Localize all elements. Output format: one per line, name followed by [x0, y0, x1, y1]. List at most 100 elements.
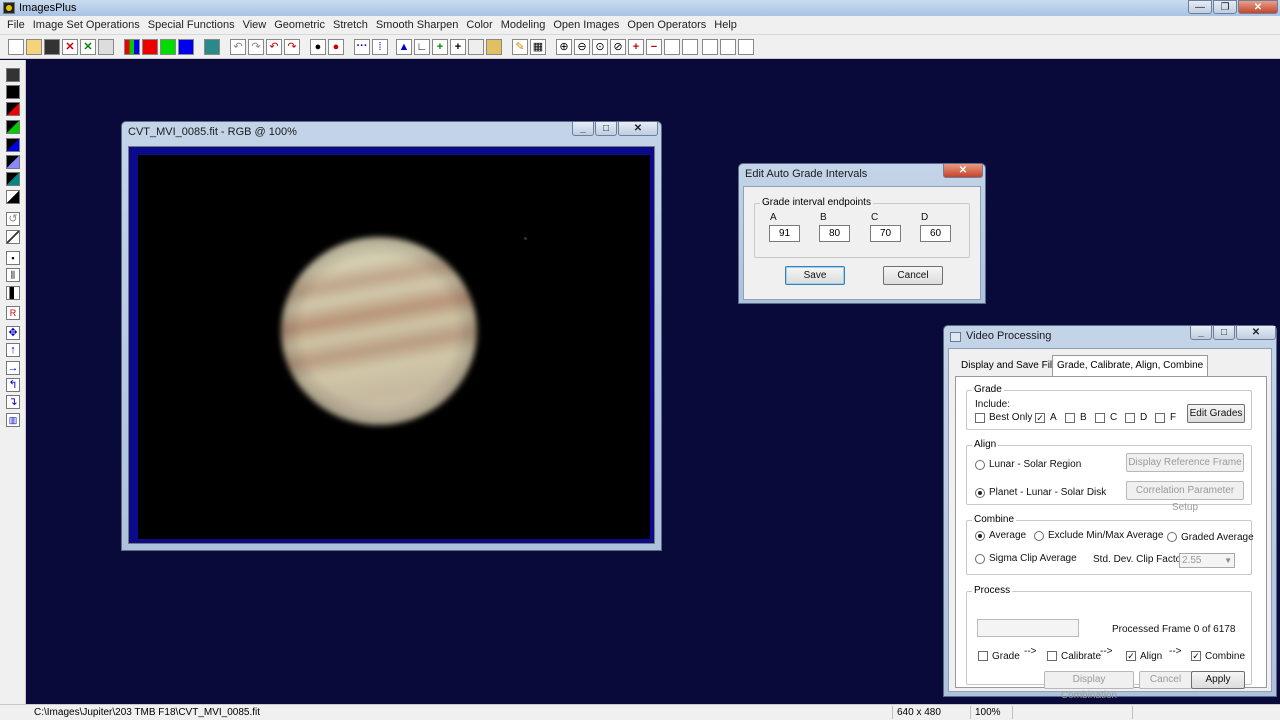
luminance-icon[interactable] [204, 39, 220, 55]
diagonal-icon[interactable] [6, 230, 20, 244]
grade-dialog-close-button[interactable]: ✕ [943, 164, 983, 178]
save-layer-icon[interactable] [6, 68, 20, 82]
std-dev-clip-select[interactable]: 2.55 ▼ [1179, 553, 1235, 568]
window-4-icon[interactable] [720, 39, 736, 55]
grade-save-button[interactable]: Save [785, 266, 845, 285]
video-minimize-button[interactable]: _ [1190, 326, 1212, 340]
crosshair-icon[interactable]: + [450, 39, 466, 55]
rotate-icon[interactable]: ↺ [6, 212, 20, 226]
close-image-icon[interactable]: ✕ [62, 39, 78, 55]
menu-view[interactable]: View [239, 19, 271, 31]
tab-display-save-files[interactable]: Display and Save Files [957, 357, 1067, 375]
zoom-out-icon[interactable]: ⊖ [574, 39, 590, 55]
grade-d-checkbox[interactable] [1125, 413, 1135, 423]
points-icon[interactable]: ⁞ [372, 39, 388, 55]
star-icon[interactable] [486, 39, 502, 55]
window-1-icon[interactable] [664, 39, 680, 55]
enlarge-icon[interactable]: + [628, 39, 644, 55]
minimize-button[interactable]: — [1188, 0, 1212, 14]
reduce-icon[interactable]: − [646, 39, 662, 55]
menu-modeling[interactable]: Modeling [497, 19, 550, 31]
lunar-solar-region-radio[interactable] [975, 460, 985, 470]
black-icon[interactable] [6, 85, 20, 99]
record-red-icon[interactable]: ● [328, 39, 344, 55]
menu-special-functions[interactable]: Special Functions [144, 19, 239, 31]
dots-icon[interactable]: ··· [354, 39, 370, 55]
table-icon[interactable]: ▦ [530, 39, 546, 55]
histogram-icon[interactable]: ▲ [396, 39, 412, 55]
menu-geometric[interactable]: Geometric [270, 19, 329, 31]
grade-f-checkbox[interactable] [1155, 413, 1165, 423]
sigma-clip-radio[interactable] [975, 554, 985, 564]
region-icon[interactable]: R [6, 306, 20, 320]
crosshair-green-icon[interactable]: + [432, 39, 448, 55]
maximize-button[interactable]: ❐ [1213, 0, 1237, 14]
undo-icon[interactable]: ↶ [266, 39, 282, 55]
image-minimize-button[interactable]: _ [572, 122, 594, 136]
red-channel-icon[interactable] [142, 39, 158, 55]
arrow-right-icon[interactable]: → [6, 361, 20, 375]
redo-gray-icon[interactable]: ↷ [248, 39, 264, 55]
menu-image-set-operations[interactable]: Image Set Operations [29, 19, 144, 31]
blue-black-icon[interactable] [6, 138, 20, 152]
align-step-checkbox[interactable]: ✓ [1126, 651, 1136, 661]
grade-a-input[interactable]: 91 [769, 225, 800, 242]
window-3-icon[interactable] [702, 39, 718, 55]
undo-gray-icon[interactable]: ↶ [230, 39, 246, 55]
arrow-up-icon[interactable]: ↑ [6, 343, 20, 357]
best-only-checkbox[interactable] [975, 413, 985, 423]
grade-b-input[interactable]: 80 [819, 225, 850, 242]
grade-b-checkbox[interactable] [1065, 413, 1075, 423]
exclude-minmax-radio[interactable] [1034, 531, 1044, 541]
tab-grade-calibrate[interactable]: Grade, Calibrate, Align, Combine [1052, 355, 1209, 377]
calibrate-step-checkbox[interactable] [1047, 651, 1057, 661]
grid-icon[interactable] [468, 39, 484, 55]
window-2-icon[interactable] [682, 39, 698, 55]
zoom-actual-icon[interactable]: ⊘ [610, 39, 626, 55]
turn-down-icon[interactable]: ↴ [6, 395, 20, 409]
menu-stretch[interactable]: Stretch [329, 19, 372, 31]
graded-average-radio[interactable] [1167, 532, 1177, 542]
close-all-icon[interactable]: ✕ [80, 39, 96, 55]
process-cancel-button[interactable]: Cancel [1139, 671, 1192, 689]
select-icon[interactable]: ▪ [6, 251, 20, 265]
average-radio[interactable] [975, 531, 985, 541]
grade-c-input[interactable]: 70 [870, 225, 901, 242]
zoom-in-icon[interactable]: ⊕ [556, 39, 572, 55]
rgb-channels-icon[interactable] [124, 39, 140, 55]
window-5-icon[interactable] [738, 39, 754, 55]
display-reference-frame-button[interactable]: Display Reference Frame [1126, 453, 1244, 472]
grade-step-checkbox[interactable] [978, 651, 988, 661]
turn-left-icon[interactable]: ↰ [6, 378, 20, 392]
video-close-button[interactable]: ✕ [1236, 326, 1276, 340]
red-black-icon[interactable] [6, 102, 20, 116]
green-black-icon[interactable] [6, 120, 20, 134]
edit-grades-button[interactable]: Edit Grades [1187, 404, 1245, 423]
image-canvas[interactable] [138, 155, 650, 539]
grade-a-checkbox[interactable]: ✓ [1035, 413, 1045, 423]
pencil-icon[interactable]: ✎ [512, 39, 528, 55]
close-button[interactable]: ✕ [1238, 0, 1278, 14]
grade-cancel-button[interactable]: Cancel [883, 266, 943, 285]
menu-file[interactable]: File [3, 19, 29, 31]
grade-c-checkbox[interactable] [1095, 413, 1105, 423]
new-file-icon[interactable] [8, 39, 24, 55]
menu-open-images[interactable]: Open Images [549, 19, 623, 31]
record-icon[interactable]: ● [310, 39, 326, 55]
move-icon[interactable]: ✥ [6, 326, 20, 340]
correlation-parameter-setup-button[interactable]: Correlation Parameter Setup [1126, 481, 1244, 513]
invert-icon[interactable] [6, 190, 20, 204]
combine-step-checkbox[interactable]: ✓ [1191, 651, 1201, 661]
save-icon[interactable] [44, 39, 60, 55]
bar-icon[interactable] [6, 286, 20, 300]
copy-icon[interactable] [98, 39, 114, 55]
menu-smooth-sharpen[interactable]: Smooth Sharpen [372, 19, 463, 31]
blue-channel-icon[interactable] [178, 39, 194, 55]
teal-icon[interactable] [6, 172, 20, 186]
menu-color[interactable]: Color [462, 19, 496, 31]
menu-open-operators[interactable]: Open Operators [623, 19, 710, 31]
book-icon[interactable]: ▥ [6, 413, 20, 427]
grade-d-input[interactable]: 60 [920, 225, 951, 242]
apply-button[interactable]: Apply [1191, 671, 1245, 689]
display-combination-button[interactable]: Display Combination [1044, 671, 1134, 701]
